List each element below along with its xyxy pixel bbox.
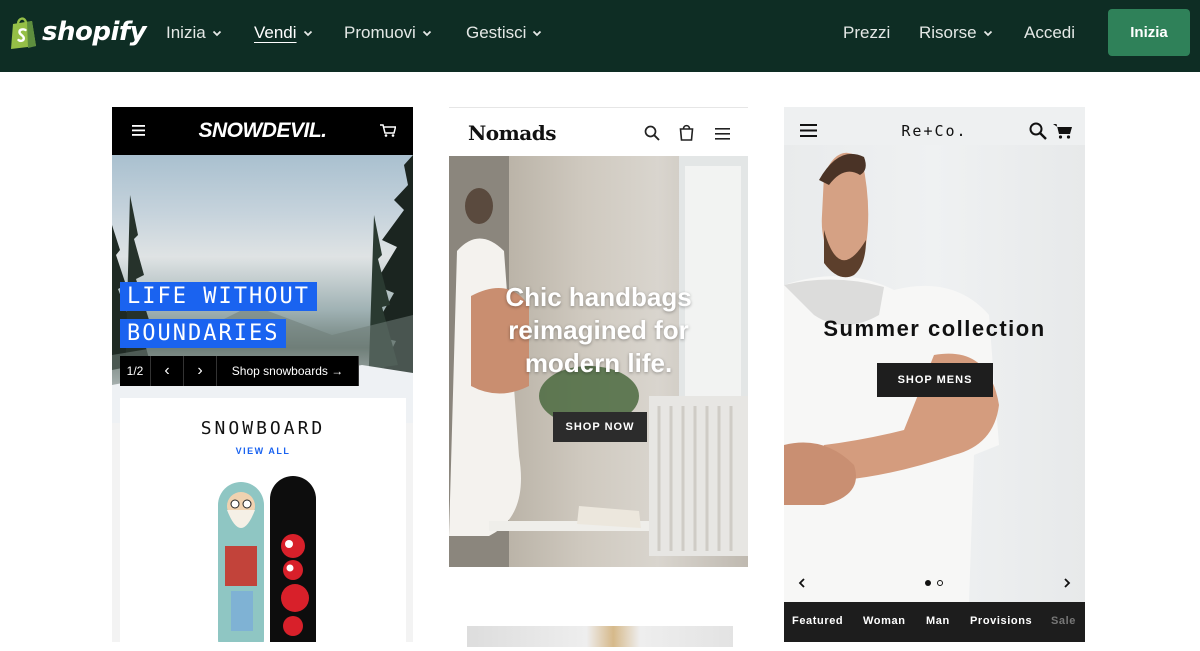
menu-icon[interactable] xyxy=(715,128,730,140)
nav-inizia[interactable]: Inizia xyxy=(166,22,222,44)
store-preview-snowdevil[interactable]: SNOWDEVIL. LIFE WITHOUT BOUNDARIES 1/2 ‹… xyxy=(112,107,413,642)
chevron-down-icon xyxy=(533,30,542,37)
next-slide-button[interactable]: › xyxy=(184,356,217,386)
nav-label: Inizia xyxy=(166,23,206,42)
chevron-right-icon[interactable] xyxy=(1062,577,1072,589)
category-tabs: Featured Woman Man Provisions Sale xyxy=(784,602,1085,642)
nav-promuovi[interactable]: Promuovi xyxy=(344,22,432,44)
nav-gestisci[interactable]: Gestisci xyxy=(466,22,542,44)
tab-man[interactable]: Man xyxy=(926,615,950,627)
tab-sale[interactable]: Sale xyxy=(1051,615,1076,627)
previous-slide-button[interactable]: ‹ xyxy=(151,356,184,386)
hero-headline: Chic handbags reimagined for modern life… xyxy=(449,281,748,380)
nav-label: Vendi xyxy=(254,23,297,42)
hero-title-line2: BOUNDARIES xyxy=(120,319,287,348)
store-preview-nomads[interactable]: Nomads Chic handbags reimagined for mode… xyxy=(449,107,748,647)
hero-line-3: modern life. xyxy=(524,348,673,378)
search-icon[interactable] xyxy=(1029,122,1047,140)
store-logo[interactable]: SNOWDEVIL. xyxy=(112,119,413,143)
brand-wordmark: shopify xyxy=(42,17,147,47)
chevron-down-icon xyxy=(212,30,221,37)
nav-prezzi[interactable]: Prezzi xyxy=(843,22,890,44)
chevron-left-icon[interactable] xyxy=(797,577,807,589)
shop-snowboards-link[interactable]: Shop snowboards → xyxy=(217,356,359,386)
hero-title-line1: LIFE WITHOUT xyxy=(120,282,317,311)
site-header: shopify Inizia Vendi Promuovi Gestisci P… xyxy=(0,0,1200,72)
nav-accedi[interactable]: Accedi xyxy=(1024,22,1075,44)
nav-risorse[interactable]: Risorse xyxy=(919,22,993,44)
shopify-bag-icon xyxy=(8,15,37,49)
chevron-down-icon xyxy=(422,30,431,37)
collection-card: SNOWBOARD VIEW ALL xyxy=(120,398,406,642)
tab-featured[interactable]: Featured xyxy=(792,615,843,627)
chevron-down-icon xyxy=(303,30,312,37)
snowboard-products-image[interactable] xyxy=(215,476,321,642)
nav-vendi[interactable]: Vendi xyxy=(254,22,313,44)
store-preview-reco[interactable]: Re+Co. Summer collection SHOP MENS Featu… xyxy=(784,107,1085,642)
hero-line-2: reimagined for xyxy=(508,315,689,345)
shop-now-button[interactable]: SHOP NOW xyxy=(553,412,647,442)
nav-label: Risorse xyxy=(919,23,977,42)
tab-woman[interactable]: Woman xyxy=(863,615,906,627)
shop-mens-button[interactable]: SHOP MENS xyxy=(877,363,993,397)
start-button[interactable]: Inizia xyxy=(1108,9,1190,56)
search-icon[interactable] xyxy=(644,125,660,141)
hero-title: Summer collection xyxy=(823,316,1046,341)
store-logo[interactable]: Nomads xyxy=(468,121,557,145)
store-header: Nomads xyxy=(449,107,748,156)
hero-line-1: Chic handbags xyxy=(505,282,692,312)
hero-image-woman-with-handbag: Chic handbags reimagined for modern life… xyxy=(449,156,748,567)
store-header: SNOWDEVIL. xyxy=(112,107,413,155)
view-all-link[interactable]: VIEW ALL xyxy=(120,446,406,456)
chevron-down-icon xyxy=(983,30,992,37)
collection-title: SNOWBOARD xyxy=(200,418,326,439)
cart-icon[interactable] xyxy=(1053,123,1073,139)
tab-provisions[interactable]: Provisions xyxy=(970,615,1032,627)
shopping-bag-icon[interactable] xyxy=(679,124,694,141)
nav-label: Accedi xyxy=(1024,23,1076,42)
nav-label: Gestisci xyxy=(466,23,527,42)
cart-icon[interactable] xyxy=(380,124,396,137)
slide-dot-active[interactable] xyxy=(925,580,931,586)
store-header: Re+Co. xyxy=(784,107,1085,155)
slide-counter: 1/2 xyxy=(120,356,151,386)
slide-dot[interactable] xyxy=(937,580,943,586)
nav-label: Prezzi xyxy=(843,23,891,42)
shopify-logo[interactable]: shopify xyxy=(8,14,147,50)
nav-label: Promuovi xyxy=(344,23,416,42)
next-section-image xyxy=(467,626,733,647)
